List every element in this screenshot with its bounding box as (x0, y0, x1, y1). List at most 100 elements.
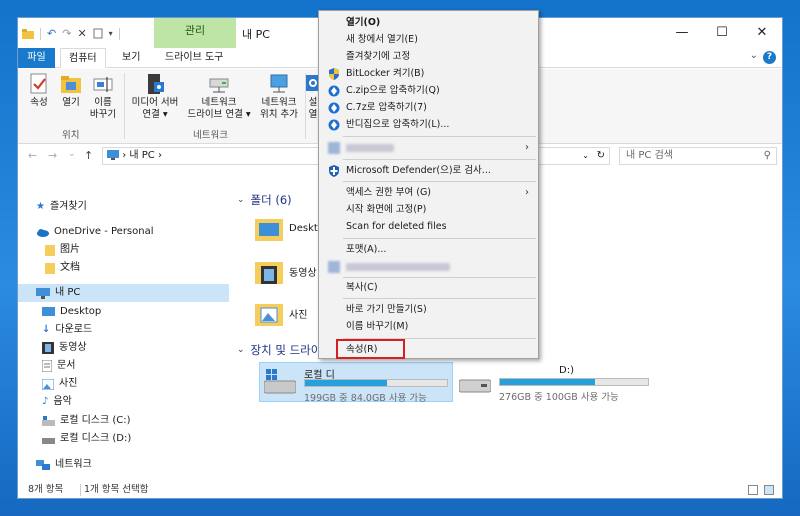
sidebar-item-network[interactable]: 네트워크 (36, 456, 92, 474)
desktop-icon (42, 307, 55, 316)
minimize-button[interactable]: — (662, 18, 702, 48)
group-label-location: 위치 (62, 130, 80, 141)
properties-icon (28, 73, 50, 95)
menu-item-redacted[interactable] (319, 258, 538, 275)
chevron-down-icon: ⌄ (237, 345, 245, 355)
folder-icon[interactable] (22, 28, 34, 39)
menu-item-zip[interactable]: C.zip으로 압축하기(Q) (319, 82, 538, 99)
tab-computer[interactable]: 컴퓨터 (60, 48, 106, 68)
menu-item-create-shortcut[interactable]: 바로 가기 만들기(S) (319, 301, 538, 318)
menu-item-give-access[interactable]: 액세스 권한 부여 (G) › (319, 184, 538, 201)
sidebar-item-this-pc[interactable]: 내 PC (18, 284, 229, 302)
maximize-button[interactable]: ☐ (702, 18, 742, 48)
folders-section-header[interactable]: ⌄ 폴더 (6) (237, 192, 292, 208)
menu-item-copy[interactable]: 복사(C) (319, 279, 538, 296)
properties-button[interactable]: 속성 (24, 73, 54, 109)
tab-file[interactable]: 파일 (18, 48, 55, 68)
menu-item-bitlocker[interactable]: BitLocker 켜기(B) (319, 65, 538, 82)
sidebar-item-music[interactable]: ♪ 음악 (42, 393, 72, 411)
media-server-button[interactable]: 미디어 서버 연결 ▾ (127, 73, 183, 121)
window-title: 내 PC (242, 28, 270, 41)
folder-name: 사진 (289, 309, 308, 321)
sidebar-item-pictures-onedrive[interactable]: 图片 (45, 241, 80, 259)
help-button[interactable]: ? (763, 51, 776, 64)
folder-pictures[interactable]: 사진 (255, 300, 307, 326)
shield-icon (329, 68, 339, 80)
menu-item-label: Scan for deleted files (346, 221, 447, 232)
menu-item-pin-quick-access[interactable]: 즐겨찾기에 고정 (319, 48, 538, 65)
menu-item-scan-deleted[interactable]: Scan for deleted files (319, 218, 538, 235)
close-button[interactable]: ✕ (742, 18, 782, 48)
menu-item-label: 시작 화면에 고정(P) (346, 204, 427, 215)
sidebar-item-documents[interactable]: 문서 (42, 357, 75, 375)
rename-label: 이름 (94, 97, 112, 108)
sidebar-item-local-c[interactable]: 로컬 디스크 (C:) (42, 412, 131, 430)
menu-item-pin-start[interactable]: 시작 화면에 고정(P) (319, 201, 538, 218)
breadcrumb-this-pc[interactable]: 내 PC (129, 150, 154, 161)
drive-usage-fill (305, 380, 388, 386)
window-controls: — ☐ ✕ (662, 18, 782, 48)
redo-icon[interactable]: ↷ (62, 27, 71, 40)
menu-item-label: 반디집으로 압축하기(L)... (346, 119, 450, 130)
sidebar-item-label: OneDrive - Personal (54, 226, 154, 237)
status-selected: 1개 항목 선택함 (84, 484, 149, 495)
drive-c-tile[interactable]: 로컬 디 199GB 중 84.0GB 사용 가능 (259, 362, 453, 404)
chevron-down-icon[interactable]: ⌄ (582, 148, 589, 164)
back-arrow-icon[interactable]: ← (28, 149, 37, 162)
menu-item-open-new-window[interactable]: 새 창에서 열기(E) (319, 31, 538, 48)
picture-icon (42, 378, 54, 390)
folder-icon (255, 300, 283, 326)
drive-d-tile[interactable]: D:) 276GB 중 100GB 사용 가능 (455, 362, 665, 403)
up-arrow-icon[interactable]: ↑ (84, 149, 93, 162)
sidebar-item-videos[interactable]: 동영상 (42, 339, 87, 357)
details-view-icon[interactable] (748, 485, 758, 495)
sidebar-item-downloads[interactable]: ↓ 다운로드 (42, 321, 92, 339)
sidebar-item-quick-access[interactable]: ★ 즐겨찾기 (36, 198, 87, 216)
menu-item-7z[interactable]: C.7z로 압축하기(7) (319, 99, 538, 116)
network-icon (36, 459, 50, 470)
customize-toolbar-icon[interactable]: ▾ (109, 29, 113, 38)
undo-icon[interactable]: ↶ (47, 27, 56, 40)
drive-usage-bar (304, 379, 448, 387)
tab-view[interactable]: 보기 (114, 48, 148, 68)
tab-management[interactable]: 관리 (154, 18, 236, 48)
add-network-location-button[interactable]: 네트워크 위치 추가 (254, 73, 304, 121)
large-icons-view-icon[interactable] (764, 485, 774, 495)
rename-button[interactable]: 이름 바꾸기 (86, 73, 120, 121)
menu-item-defender[interactable]: Microsoft Defender(으)로 검사... (319, 162, 538, 179)
sidebar-item-local-d[interactable]: 로컬 디스크 (D:) (42, 430, 131, 448)
menu-item-rename[interactable]: 이름 바꾸기(M) (319, 318, 538, 335)
sidebar-item-label: 로컬 디스크 (C:) (60, 415, 131, 426)
search-input[interactable]: 내 PC 검색 ⚲ (619, 147, 777, 165)
submenu-arrow-icon: › (525, 187, 529, 198)
network-drive-label-2: 드라이브 연결 ▾ (187, 109, 251, 120)
properties-icon[interactable] (93, 28, 103, 39)
blurred-app-icon (328, 261, 340, 273)
redacted-label (346, 143, 394, 152)
sidebar-item-pictures[interactable]: 사진 (42, 375, 77, 393)
bandizip-icon (328, 102, 340, 114)
menu-item-label: 포맷(A)... (346, 244, 387, 255)
folder-videos[interactable]: 동영상 (255, 258, 317, 284)
menu-item-format[interactable]: 포맷(A)... (319, 241, 538, 258)
menu-item-label: 즐겨찾기에 고정 (346, 51, 411, 62)
menu-item-bandizip[interactable]: 반디집으로 압축하기(L)... (319, 116, 538, 133)
delete-icon[interactable]: ✕ (77, 27, 86, 40)
sidebar-item-documents-onedrive[interactable]: 文档 (45, 259, 80, 277)
menu-item-open[interactable]: 열기(O) (319, 14, 538, 31)
drive-icon (458, 368, 492, 394)
menu-item-label: 복사(C) (346, 282, 378, 293)
sidebar-item-onedrive[interactable]: OneDrive - Personal (36, 223, 154, 241)
menu-item-label: Microsoft Defender(으)로 검사... (346, 165, 491, 176)
devices-section-header[interactable]: ⌄ 장치 및 드라이 (237, 342, 321, 358)
tab-drive-tools[interactable]: 드라이브 도구 (157, 48, 231, 68)
submenu-arrow-icon: › (525, 142, 529, 153)
network-drive-button[interactable]: 네트워크 드라이브 연결 ▾ (183, 73, 255, 121)
menu-item-redacted-submenu[interactable]: › (319, 139, 538, 156)
forward-arrow-icon[interactable]: → (48, 149, 57, 162)
sidebar-item-desktop[interactable]: Desktop (42, 303, 101, 321)
open-button[interactable]: 열기 (56, 73, 86, 109)
chevron-down-icon[interactable]: ⌄ (750, 50, 758, 61)
recent-locations-icon[interactable]: ⌄ (68, 149, 76, 159)
refresh-icon[interactable]: ↻ (597, 148, 605, 164)
